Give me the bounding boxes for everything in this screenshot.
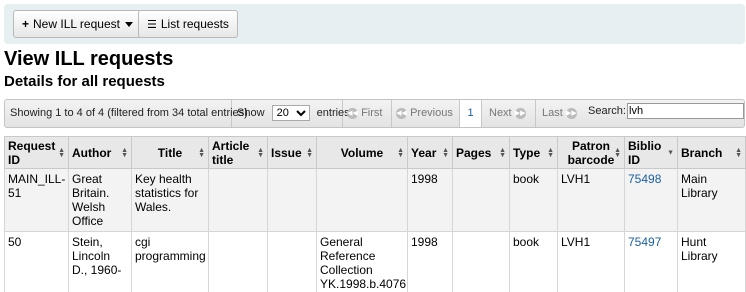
sort-desc-icon: ▼ [667, 149, 674, 156]
first-page-icon: ◀◀ [347, 107, 358, 119]
first-page-label: First [361, 107, 383, 119]
cell-year: 1998 [407, 231, 453, 292]
ill-toolbar: + New ILL request ☰ List requests [4, 4, 745, 44]
cell-patron-barcode: LVH1 [557, 231, 625, 292]
table-pager: Showing 1 to 4 of 4 (filtered from 34 to… [4, 99, 745, 128]
table-row: 50 Stein, Lincoln D., 1960- cgi programm… [4, 231, 746, 292]
list-icon: ☰ [147, 19, 157, 31]
last-page-button[interactable]: Last ▶▶ [536, 100, 586, 127]
sort-icon: ▲ ▼ [735, 146, 742, 159]
previous-page-icon: ◀◀ [396, 107, 407, 119]
first-page-button[interactable]: ◀◀ First [343, 100, 392, 127]
ill-requests-table: Request ID ▲ ▼ Author ▲ ▼ Title ▲ ▼ Article ti… [4, 136, 746, 292]
table-header-row: Request ID ▲ ▼ Author ▲ ▼ Title ▲ ▼ Article ti… [4, 136, 746, 169]
biblio-link[interactable]: 75498 [628, 172, 661, 186]
last-page-label: Last [542, 107, 563, 119]
col-header-label: Branch [681, 145, 723, 160]
sort-icon: ▲ ▼ [198, 146, 205, 159]
col-article-title[interactable]: Article title ▲ ▼ [208, 136, 268, 169]
cell-year: 1998 [407, 168, 453, 232]
sort-icon: ▲ ▼ [614, 146, 621, 159]
cell-volume [316, 168, 408, 232]
cell-author: Stein, Lincoln D., 1960- [68, 231, 132, 292]
cell-pages [452, 168, 510, 232]
col-header-label: Volume [340, 145, 384, 160]
page-size-select[interactable]: 20 [271, 105, 310, 122]
col-header-label: Type [513, 145, 541, 160]
cell-article-title [208, 168, 268, 232]
col-type[interactable]: Type ▲ ▼ [509, 136, 558, 169]
col-author[interactable]: Author ▲ ▼ [68, 136, 132, 169]
new-ill-request-label: New ILL request [33, 17, 120, 31]
cell-volume: General Reference Collection YK.1998.b.4… [316, 231, 408, 292]
col-branch[interactable]: Branch ▲ ▼ [677, 136, 746, 169]
cell-biblio-id: 75498 [624, 168, 678, 232]
cell-biblio-id: 75497 [624, 231, 678, 292]
col-patron-barcode[interactable]: Patron barcode ▲ ▼ [557, 136, 625, 169]
col-header-label: Article title [212, 138, 250, 167]
page-size-control: Show 20 entries [232, 100, 350, 127]
cell-title: cgi programming [131, 231, 209, 292]
list-requests-label: List requests [160, 17, 229, 31]
col-header-label: Pages [456, 145, 492, 160]
sort-icon: ▲ ▼ [547, 146, 554, 159]
cell-branch: Main Library [677, 168, 746, 232]
sort-icon: ▲ ▼ [306, 146, 313, 159]
cell-request-id: MAIN_ILL-51 [4, 168, 69, 232]
sort-icon: ▲ ▼ [397, 146, 404, 159]
page-title: View ILL requests [4, 48, 174, 70]
caret-down-icon [124, 22, 133, 28]
pager-info: Showing 1 to 4 of 4 (filtered from 34 to… [5, 100, 248, 127]
list-requests-button[interactable]: ☰ List requests [138, 10, 238, 38]
col-issue[interactable]: Issue ▲ ▼ [267, 136, 317, 169]
show-label: Show [237, 107, 265, 119]
col-header-label: Issue [271, 145, 302, 160]
search-label: Search: [588, 105, 626, 117]
next-page-button[interactable]: Next ▶▶ [482, 100, 536, 127]
page-1-button[interactable]: 1 [460, 100, 482, 127]
next-page-label: Next [489, 107, 512, 119]
col-biblio-id[interactable]: Biblio ID ▼ [624, 136, 678, 169]
col-title[interactable]: Title ▲ ▼ [131, 136, 209, 169]
cell-request-id: 50 [4, 231, 69, 292]
cell-article-title [208, 231, 268, 292]
cell-title: Key health statistics for Wales. [131, 168, 209, 232]
last-page-icon: ▶▶ [565, 107, 577, 119]
cell-author: Great Britain. Welsh Office [68, 168, 132, 232]
next-page-icon: ▶▶ [514, 107, 526, 119]
page-subtitle: Details for all requests [4, 73, 165, 90]
col-header-label: Title [157, 145, 183, 160]
col-header-label: Biblio ID [628, 138, 662, 167]
col-header-label: Author [72, 145, 112, 160]
cell-issue [267, 231, 317, 292]
col-volume[interactable]: Volume ▲ ▼ [316, 136, 408, 169]
sort-icon: ▲ ▼ [499, 146, 506, 159]
table-row: MAIN_ILL-51 Great Britain. Welsh Office … [4, 168, 746, 232]
cell-issue [267, 168, 317, 232]
col-header-label: Year [411, 145, 437, 160]
col-header-label: Request ID [8, 138, 56, 167]
sort-icon: ▲ ▼ [121, 146, 128, 159]
cell-type: book [509, 168, 558, 232]
new-ill-request-button[interactable]: + New ILL request [13, 10, 142, 38]
col-header-label: Patron barcode [567, 138, 615, 167]
sort-icon: ▲ ▼ [442, 146, 449, 159]
search-input[interactable] [627, 103, 744, 119]
previous-page-label: Previous [410, 107, 453, 119]
cell-patron-barcode: LVH1 [557, 168, 625, 232]
cell-branch: Hunt Library [677, 231, 746, 292]
cell-pages [452, 231, 510, 292]
biblio-link[interactable]: 75497 [628, 235, 661, 249]
col-pages[interactable]: Pages ▲ ▼ [452, 136, 510, 169]
plus-icon: + [22, 17, 30, 31]
previous-page-button[interactable]: ◀◀ Previous [392, 100, 460, 127]
sort-icon: ▲ ▼ [58, 146, 65, 159]
col-year[interactable]: Year ▲ ▼ [407, 136, 453, 169]
col-request-id[interactable]: Request ID ▲ ▼ [4, 136, 69, 169]
cell-type: book [509, 231, 558, 292]
sort-icon: ▲ ▼ [257, 146, 264, 159]
